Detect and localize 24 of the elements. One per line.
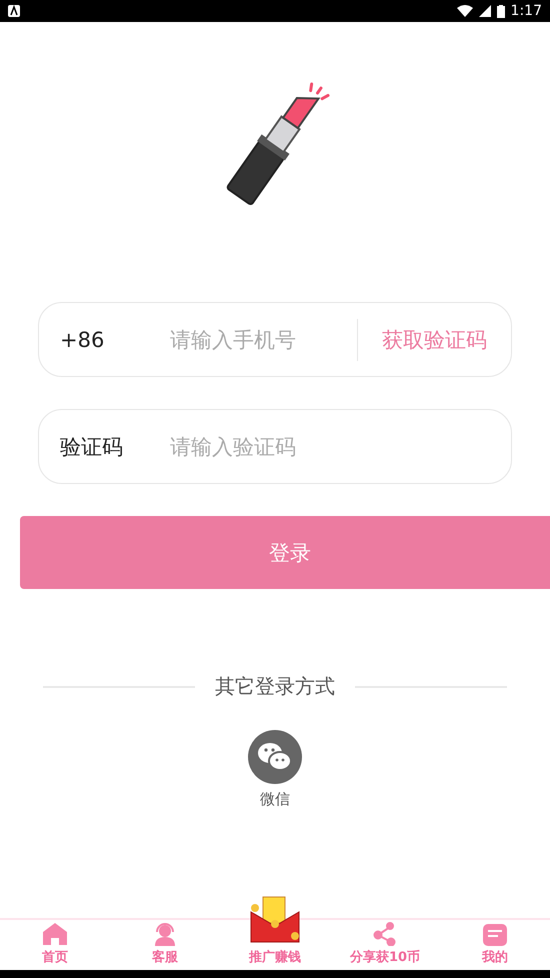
signal-icon <box>478 5 491 17</box>
share-icon <box>373 922 397 946</box>
code-field[interactable]: 验证码 请输入验证码 <box>38 409 512 484</box>
notification-icon <box>8 5 20 17</box>
section-title: 其它登录方式 <box>215 673 335 700</box>
clock: 1:17 <box>510 3 542 19</box>
code-input[interactable]: 请输入验证码 <box>168 434 511 460</box>
login-button[interactable]: 登录 <box>20 516 550 589</box>
document-icon <box>483 924 507 946</box>
house-icon <box>42 922 68 946</box>
phone-input[interactable]: 请输入手机号 <box>168 326 357 352</box>
get-code-button[interactable]: 获取验证码 <box>357 318 511 360</box>
tab-item[interactable]: 客服 <box>110 920 220 970</box>
tab-item[interactable]: 分享获10币 <box>330 920 440 970</box>
field-label: 验证码 <box>60 434 124 460</box>
battery-icon <box>496 4 505 18</box>
headset-person-icon <box>153 922 177 946</box>
wifi-icon <box>456 5 473 17</box>
wechat-login-button[interactable]: 微信 <box>248 730 302 809</box>
tab-item[interactable]: 推广赚钱 <box>220 882 330 970</box>
tab-item[interactable]: 我的 <box>440 920 550 970</box>
country-code: +86 <box>60 328 106 352</box>
chat-bubbles-icon <box>248 730 302 784</box>
tab-item[interactable]: 首页 <box>0 920 110 970</box>
